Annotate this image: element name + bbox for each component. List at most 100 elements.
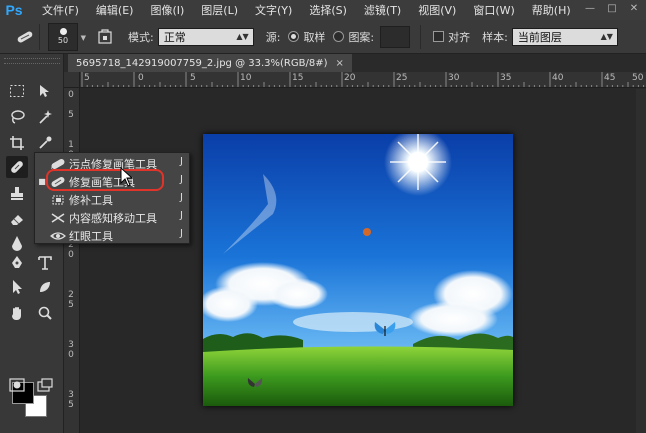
document-tab[interactable]: 5695718_142919007759_2.jpg @ 33.3%(RGB/8… — [68, 54, 352, 72]
ruler-label: 0 — [68, 250, 74, 260]
type-icon — [38, 256, 52, 270]
ruler-label: 35 — [500, 73, 512, 83]
highlight-annotation — [46, 169, 164, 191]
hand-tool[interactable] — [6, 302, 28, 324]
screen-mode-button[interactable] — [34, 374, 56, 396]
magic-wand-icon — [39, 110, 52, 124]
healing-icon — [11, 161, 23, 173]
flyout-shortcut: J — [180, 174, 183, 185]
brush-preset-picker[interactable]: 50 ▼ — [48, 22, 86, 51]
flyout-item-red-eye[interactable]: 红眼工具 J — [35, 227, 191, 244]
brush-preset-icon — [59, 28, 67, 35]
move-tool[interactable] — [34, 80, 56, 102]
quick-mask-button[interactable] — [6, 374, 28, 396]
pattern-picker[interactable] — [380, 25, 411, 48]
zoom-tool[interactable] — [34, 302, 56, 324]
ruler-label: 5 — [68, 110, 74, 120]
lasso-icon — [11, 110, 25, 124]
path-select-tool[interactable] — [6, 276, 28, 298]
ruler-label: 40 — [552, 73, 564, 83]
pen-icon — [12, 256, 22, 268]
move-icon — [40, 85, 49, 97]
mouse-cursor-icon — [120, 167, 134, 187]
document-image[interactable] — [203, 134, 513, 406]
path-select-icon — [13, 280, 22, 294]
flyout-shortcut: J — [180, 210, 183, 221]
ruler-label: 15 — [292, 73, 304, 83]
menu-view[interactable]: 视图(V) — [418, 2, 456, 18]
pen-tool[interactable] — [6, 252, 28, 274]
horizontal-ruler[interactable]: 5 0 5 10 15 20 25 30 35 40 45 50 — [80, 72, 646, 88]
red-eye-icon — [50, 231, 66, 240]
chevron-down-icon: ▼ — [80, 33, 86, 42]
source-label: 源: — [265, 30, 281, 44]
window-controls: — □ ✕ — [584, 3, 640, 15]
stamp-icon — [11, 187, 23, 200]
zoom-icon — [38, 306, 52, 320]
healing-tools-flyout: 污点修复画笔工具 J ■ 修复画笔工具 J 修补工具 J 内容感知移动工具 J … — [34, 152, 190, 244]
magic-wand-tool[interactable] — [34, 106, 56, 128]
sampled-label: 取样 — [303, 30, 326, 44]
healing-tool[interactable] — [6, 156, 28, 178]
marquee-tool[interactable] — [6, 80, 28, 102]
menu-type[interactable]: 文字(Y) — [255, 2, 292, 18]
ruler-label: 0 — [68, 90, 74, 100]
flyout-shortcut: J — [180, 228, 183, 239]
mode-label: 模式: — [128, 30, 154, 44]
blur-tool[interactable] — [6, 232, 28, 254]
shape-tool[interactable] — [34, 276, 56, 298]
menu-image[interactable]: 图像(I) — [150, 2, 184, 18]
patch-icon — [52, 195, 64, 204]
menu-window[interactable]: 窗口(W) — [473, 2, 514, 18]
ruler-origin[interactable] — [64, 72, 80, 88]
crop-icon — [10, 136, 24, 150]
clone-source-icon — [98, 28, 112, 44]
vertical-scrollbar[interactable] — [636, 89, 646, 433]
shape-icon — [40, 282, 50, 292]
menu-select[interactable]: 选择(S) — [309, 2, 347, 18]
close-button[interactable]: ✕ — [628, 3, 640, 15]
menu-help[interactable]: 帮助(H) — [532, 2, 571, 18]
source-pattern-radio[interactable] — [333, 31, 345, 42]
eyedropper-icon — [39, 136, 52, 149]
sample-label: 样本: — [482, 30, 508, 44]
maximize-button[interactable]: □ — [606, 3, 618, 15]
minimize-button[interactable]: — — [584, 3, 596, 15]
ps-logo: Ps — [5, 2, 23, 18]
clone-source-button[interactable] — [94, 26, 116, 48]
menu-filter[interactable]: 滤镜(T) — [364, 2, 401, 18]
stamp-tool[interactable] — [6, 182, 28, 204]
ruler-label: 1 — [68, 140, 74, 150]
ruler-label: 3 — [68, 340, 74, 350]
document-tab-bar: 5695718_142919007759_2.jpg @ 33.3%(RGB/8… — [64, 54, 646, 72]
lasso-tool[interactable] — [6, 106, 28, 128]
ruler-label: 0 — [68, 350, 74, 360]
flyout-label: 内容感知移动工具 — [69, 211, 157, 225]
panel-grip[interactable] — [4, 58, 60, 64]
sample-select[interactable]: 当前图层 ▲▼ — [511, 27, 618, 46]
crop-tool[interactable] — [6, 132, 28, 154]
flyout-item-content-aware-move[interactable]: 内容感知移动工具 J — [35, 209, 191, 226]
eyedropper-tool[interactable] — [34, 132, 56, 154]
flyout-label: 修补工具 — [69, 193, 113, 207]
vertical-ruler[interactable]: 0 5 1 0 1 5 2 0 2 5 3 0 3 5 — [64, 88, 80, 433]
ruler-label: 5 — [68, 400, 74, 410]
blur-icon — [12, 236, 22, 251]
type-tool[interactable] — [34, 252, 56, 274]
eraser-tool[interactable] — [6, 208, 28, 230]
mode-select[interactable]: 正常 ▲▼ — [157, 27, 254, 46]
ruler-label: 5 — [68, 300, 74, 310]
hand-icon — [12, 307, 21, 320]
source-sampled-radio[interactable] — [288, 31, 300, 42]
quick-mask-icon — [9, 378, 25, 392]
aligned-checkbox[interactable] — [433, 31, 445, 42]
menu-layer[interactable]: 图层(L) — [201, 2, 238, 18]
menu-file[interactable]: 文件(F) — [42, 2, 79, 18]
menu-edit[interactable]: 编辑(E) — [96, 2, 134, 18]
flyout-label: 红眼工具 — [69, 229, 113, 243]
flyout-item-patch[interactable]: 修补工具 J — [35, 191, 191, 208]
healing-brush-icon — [17, 31, 32, 42]
tool-preset-picker[interactable] — [10, 23, 40, 50]
ruler-label: 2 — [68, 290, 74, 300]
close-icon[interactable]: × — [336, 58, 344, 69]
